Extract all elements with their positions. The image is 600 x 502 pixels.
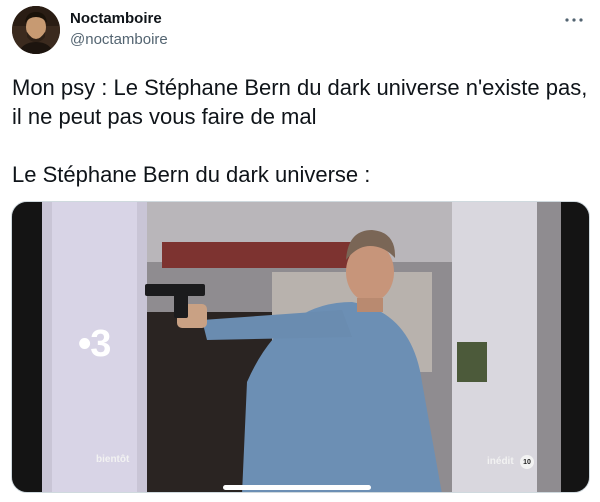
author-info: Noctamboire @noctamboire <box>70 9 168 50</box>
media-video[interactable]: •3 bientôt inédit 10 <box>11 201 590 493</box>
soon-label: bientôt <box>96 454 130 465</box>
more-options-button[interactable] <box>562 8 586 32</box>
avatar-portrait <box>12 6 60 54</box>
user-handle[interactable]: @noctamboire <box>70 30 168 50</box>
tweet-text-line: Mon psy : Le Stéphane Bern du dark unive… <box>12 75 588 129</box>
tweet-text: Mon psy : Le Stéphane Bern du dark unive… <box>12 73 588 189</box>
avatar[interactable] <box>12 6 60 54</box>
tweet-text-line: Le Stéphane Bern du dark universe : <box>12 162 371 187</box>
inedit-label: inédit <box>487 456 514 467</box>
more-horizontal-icon <box>565 18 583 22</box>
home-indicator-bar <box>223 485 371 490</box>
display-name[interactable]: Noctamboire <box>70 9 168 29</box>
channel-logo: •3 <box>78 323 111 365</box>
tweet: Noctamboire @noctamboire Mon psy : Le St… <box>0 0 600 502</box>
rating-badge: 10 <box>520 455 534 469</box>
